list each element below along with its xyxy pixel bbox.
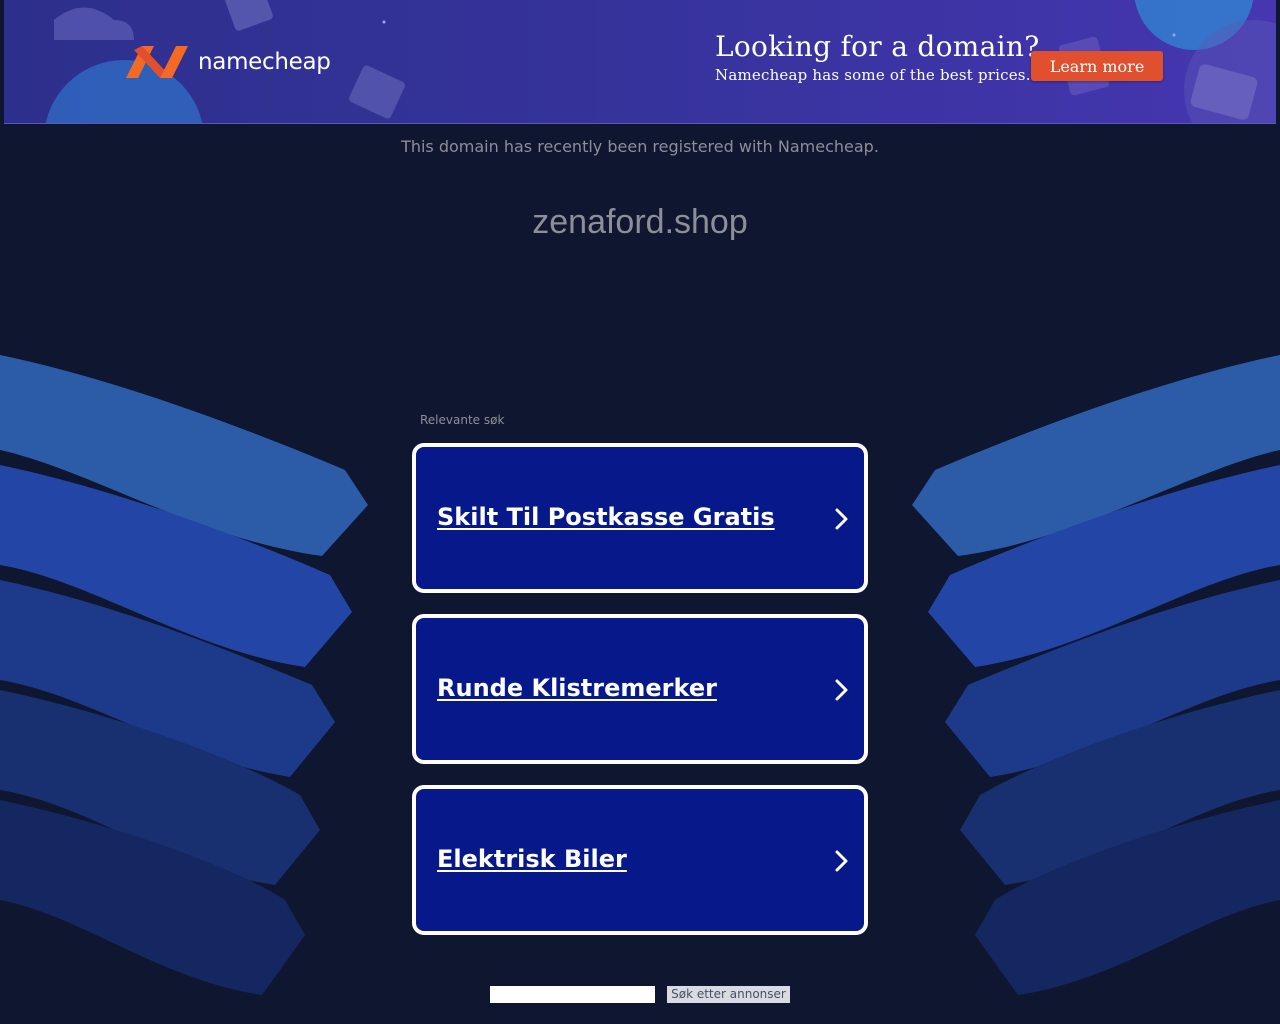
domain-title: zenaford.shop — [532, 203, 748, 241]
related-link-card-3[interactable]: Elektrisk Biler — [412, 785, 868, 935]
related-searches-label: Relevante søk — [420, 413, 505, 427]
chevron-right-icon — [835, 508, 848, 530]
promo-headline: Looking for a domain? — [715, 30, 1040, 63]
related-link-card-1[interactable]: Skilt Til Postkasse Gratis — [412, 443, 868, 593]
promo-subline: Namecheap has some of the best prices. — [715, 66, 1031, 84]
related-link-label[interactable]: Skilt Til Postkasse Gratis — [437, 503, 775, 531]
learn-more-button[interactable]: Learn more — [1031, 51, 1163, 81]
search-ads-button[interactable]: Søk etter annonser — [667, 986, 790, 1003]
ad-search-input[interactable] — [490, 986, 655, 1003]
chevron-right-icon — [835, 679, 848, 701]
logo-text: namecheap — [198, 49, 331, 75]
namecheap-ad-banner[interactable]: namecheap Looking for a domain? Namechea… — [4, 0, 1276, 124]
namecheap-logo[interactable]: namecheap — [124, 42, 331, 82]
registration-notice: This domain has recently been registered… — [401, 137, 879, 156]
chevron-right-icon — [835, 850, 848, 872]
namecheap-logo-icon — [126, 46, 188, 78]
related-link-card-2[interactable]: Runde Klistremerker — [412, 614, 868, 764]
related-link-label[interactable]: Elektrisk Biler — [437, 845, 627, 873]
related-link-label[interactable]: Runde Klistremerker — [437, 674, 717, 702]
promo-text: Looking for a domain? Namecheap has some… — [715, 30, 1040, 84]
